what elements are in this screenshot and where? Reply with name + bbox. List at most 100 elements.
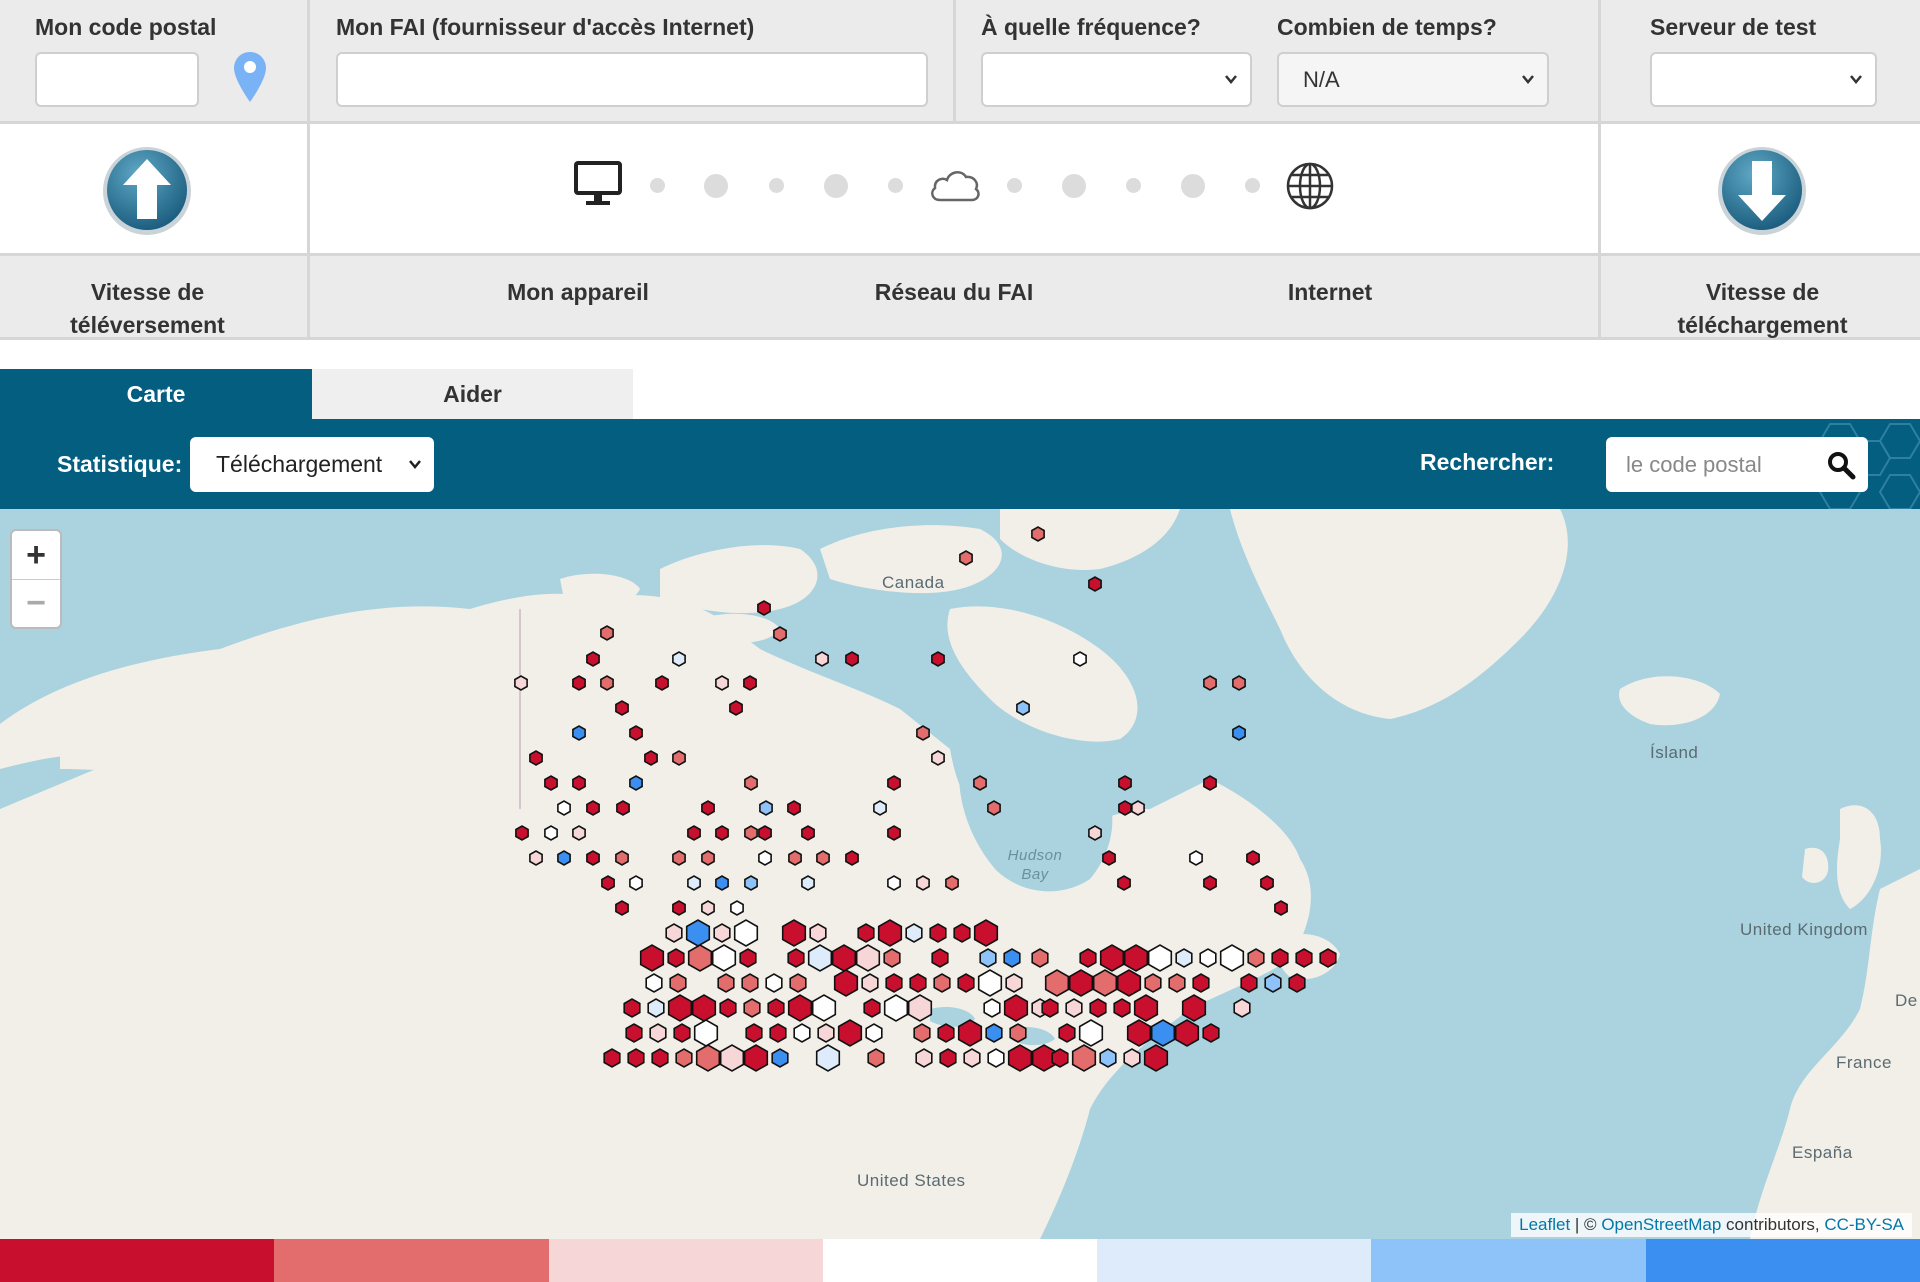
hexbin-cell[interactable] [1202, 1023, 1220, 1043]
hexbin-cell[interactable] [887, 775, 901, 791]
hexbin-cell[interactable] [877, 919, 903, 947]
hexbin-cell[interactable] [1003, 994, 1029, 1022]
hexbin-cell[interactable] [1150, 1019, 1176, 1047]
hexbin-cell[interactable] [601, 875, 615, 891]
hexbin-cell[interactable] [667, 948, 685, 968]
hexbin-cell[interactable] [1271, 948, 1289, 968]
hexbin-cell[interactable] [719, 998, 737, 1018]
hexbin-cell[interactable] [1203, 675, 1217, 691]
hexbin-cell[interactable] [1007, 1044, 1033, 1072]
hexbin-cell[interactable] [615, 900, 629, 916]
hexbin-cell[interactable] [701, 800, 715, 816]
hexbin-cell[interactable] [787, 948, 805, 968]
hexbin-cell[interactable] [916, 875, 930, 891]
hexbin-cell[interactable] [1232, 675, 1246, 691]
hexbin-cell[interactable] [855, 944, 881, 972]
hexbin-cell[interactable] [816, 850, 830, 866]
hexbin-cell[interactable] [627, 1048, 645, 1068]
hexbin-cell[interactable] [645, 973, 663, 993]
hexbin-cell[interactable] [701, 850, 715, 866]
hexbin-cell[interactable] [983, 998, 1001, 1018]
hexbin-cell[interactable] [1123, 944, 1149, 972]
hexbin-cell[interactable] [787, 800, 801, 816]
hexbin-cell[interactable] [557, 800, 571, 816]
hexbin-cell[interactable] [885, 973, 903, 993]
hexbin-cell[interactable] [758, 825, 772, 841]
hexbin-cell[interactable] [744, 875, 758, 891]
hexbin-cell[interactable] [1058, 1023, 1076, 1043]
hexbin-cell[interactable] [1192, 973, 1210, 993]
hexbin-cell[interactable] [544, 775, 558, 791]
hexbin-cell[interactable] [773, 626, 787, 642]
hexbin-cell[interactable] [629, 775, 643, 791]
hexbin-cell[interactable] [845, 651, 859, 667]
hexbin-cell[interactable] [665, 923, 683, 943]
hexbin-cell[interactable] [1117, 875, 1131, 891]
hexbin-cell[interactable] [717, 973, 735, 993]
hexbin-cell[interactable] [1131, 800, 1145, 816]
hexbin-cell[interactable] [557, 850, 571, 866]
postal-code-search-input[interactable]: le code postal [1606, 437, 1868, 492]
hexbin-cell[interactable] [600, 625, 614, 641]
hexbin-cell[interactable] [1065, 998, 1083, 1018]
hexbin-cell[interactable] [711, 944, 737, 972]
hexbin-cell[interactable] [586, 800, 600, 816]
hexbin-cell[interactable] [1123, 1048, 1141, 1068]
hexbin-cell[interactable] [639, 944, 665, 972]
hexbin-cell[interactable] [701, 900, 715, 916]
hexbin-cell[interactable] [629, 875, 643, 891]
hexbin-cell[interactable] [931, 651, 945, 667]
hexbin-cell[interactable] [1031, 526, 1045, 542]
hexbin-cell[interactable] [1044, 969, 1070, 997]
hexbin-cell[interactable] [1175, 948, 1193, 968]
hexbin-cell[interactable] [916, 725, 930, 741]
hexbin-cell[interactable] [1009, 1023, 1027, 1043]
hexbin-cell[interactable] [1288, 973, 1306, 993]
tab-carte[interactable]: Carte [0, 369, 312, 419]
hexbin-cell[interactable] [743, 1044, 769, 1072]
hexbin-cell[interactable] [883, 948, 901, 968]
hexbin-cell[interactable] [649, 1023, 667, 1043]
hexbin-cell[interactable] [1264, 973, 1282, 993]
hexbin-cell[interactable] [1143, 1044, 1169, 1072]
test-server-select[interactable] [1650, 52, 1877, 107]
hexbin-cell[interactable] [544, 825, 558, 841]
hexbin-cell[interactable] [586, 651, 600, 667]
zoom-out-button[interactable]: − [12, 579, 60, 627]
hexbin-cell[interactable] [1232, 725, 1246, 741]
hexbin-cell[interactable] [655, 675, 669, 691]
hexbin-cell[interactable] [615, 850, 629, 866]
hexbin-cell[interactable] [973, 775, 987, 791]
hexbin-cell[interactable] [987, 800, 1001, 816]
hexbin-cell[interactable] [1071, 1044, 1097, 1072]
hexbin-cell[interactable] [572, 725, 586, 741]
hexbin-cell[interactable] [787, 994, 813, 1022]
hexbin-cell[interactable] [1088, 576, 1102, 592]
hexbin-cell[interactable] [809, 923, 827, 943]
hexbin-cell[interactable] [873, 800, 887, 816]
hexbin-cell[interactable] [1168, 973, 1186, 993]
hexbin-cell[interactable] [913, 1023, 931, 1043]
hexbin-cell[interactable] [1199, 948, 1217, 968]
hexbin-cell[interactable] [672, 850, 686, 866]
hexbin-cell[interactable] [1174, 1019, 1200, 1047]
hexbin-cell[interactable] [811, 994, 837, 1022]
hexbin-cell[interactable] [929, 923, 947, 943]
hexbin-cell[interactable] [625, 1023, 643, 1043]
tab-aider[interactable]: Aider [312, 369, 633, 419]
hexbin-cell[interactable] [695, 1044, 721, 1072]
hexbin-cell[interactable] [693, 1019, 719, 1047]
hexbin-cell[interactable] [675, 1048, 693, 1068]
hexbin-cell[interactable] [647, 998, 665, 1018]
hexbin-cell[interactable] [1260, 875, 1274, 891]
hexbin-cell[interactable] [713, 923, 731, 943]
hexbin-cell[interactable] [743, 675, 757, 691]
hexbin-cell[interactable] [529, 850, 543, 866]
hexbin-cell[interactable] [730, 900, 744, 916]
hexbin-cell[interactable] [644, 750, 658, 766]
hexbin-cell[interactable] [757, 600, 771, 616]
hexbin-cell[interactable] [863, 998, 881, 1018]
hexbin-cell[interactable] [733, 919, 759, 947]
hexbin-cell[interactable] [979, 948, 997, 968]
hexbin-cell[interactable] [1247, 948, 1265, 968]
